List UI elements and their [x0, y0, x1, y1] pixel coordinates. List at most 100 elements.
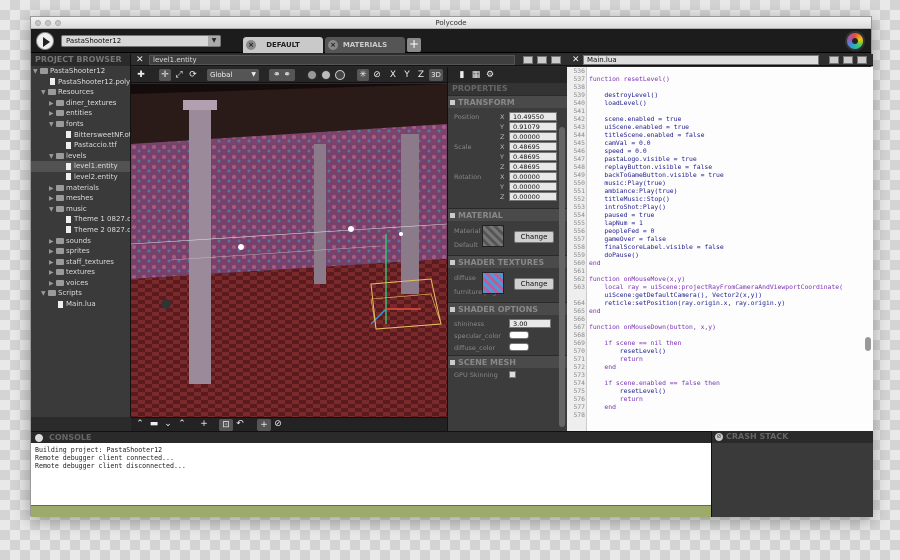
tree-item[interactable]: Pastaccio.ttf [31, 140, 130, 151]
tree-item[interactable]: ▶ staff_textures [31, 257, 130, 268]
tree-item[interactable]: ▼ fonts [31, 119, 130, 130]
scale-x-field[interactable]: 0.48695 [509, 142, 557, 151]
shininess-field[interactable]: 3.00 [509, 319, 551, 328]
shading-textured-button[interactable] [321, 70, 331, 80]
tree-item[interactable]: Theme 1 0827.ogg [31, 214, 130, 225]
play-button[interactable] [36, 32, 54, 50]
chevron-up-icon[interactable]: ⌃ [177, 418, 187, 430]
rotation-y-field[interactable]: 0.00000 [509, 182, 557, 191]
tree-item[interactable]: ▶ meshes [31, 193, 130, 204]
scale-tool-icon[interactable]: ⤢ [173, 69, 185, 81]
rotation-z-field[interactable]: 0.00000 [509, 192, 557, 201]
space-select[interactable]: Global ▼ [207, 69, 259, 81]
change-material-button[interactable]: Change [514, 231, 554, 243]
tree-item[interactable]: ▼ PastaShooter12 [31, 66, 130, 77]
tree-item[interactable]: Main.lua [31, 299, 130, 310]
properties-scrollbar[interactable] [559, 127, 565, 427]
tree-item[interactable]: ▼ Scripts [31, 288, 130, 299]
project-select[interactable]: PastaShooter12 ▼ [61, 35, 221, 47]
entity-select[interactable]: level1.entity [149, 55, 515, 65]
rotation-x-field[interactable]: 0.00000 [509, 172, 557, 181]
diffuse-label: diffuse [454, 274, 476, 282]
code-file-select[interactable]: Main.lua [583, 55, 819, 65]
undo-icon[interactable]: ↶ [235, 418, 245, 430]
layout-split-button[interactable] [537, 56, 547, 64]
material-section[interactable]: MATERIAL [448, 208, 567, 221]
axis-y-button[interactable]: Y [402, 69, 412, 81]
crash-stack-toggle-icon[interactable]: ⊘ [715, 433, 723, 441]
tab-default[interactable]: × DEFAULT [243, 37, 323, 53]
scene-mesh-section[interactable]: SCENE MESH [448, 355, 567, 368]
tree-item[interactable]: BittersweetNF.otf [31, 130, 130, 141]
gear-icon[interactable]: ⚙ [484, 69, 496, 81]
code-scrollbar[interactable] [865, 337, 871, 351]
axis-x-button[interactable]: X [388, 69, 398, 81]
layout-single-button[interactable] [829, 56, 839, 64]
camera-icon[interactable]: ▬ [149, 418, 159, 430]
shading-wire-button[interactable] [335, 70, 345, 80]
console-toggle-icon[interactable] [35, 434, 43, 442]
lights-icon[interactable]: ✳ [357, 69, 369, 81]
chevron-up-icon[interactable]: ⌃ [135, 418, 145, 430]
move-tool-icon[interactable]: ✛ [159, 69, 171, 81]
mode-3d-button[interactable]: 3D [429, 69, 443, 81]
chevron-down-icon[interactable]: ⌄ [163, 418, 173, 430]
tree-item[interactable]: level2.entity [31, 172, 130, 183]
position-y-field[interactable]: 0.91079 [509, 122, 557, 131]
close-icon[interactable]: ✕ [136, 54, 144, 66]
tab-materials[interactable]: × MATERIALS [325, 37, 405, 53]
add-entity-icon[interactable]: ✚ [135, 69, 147, 81]
grid-icon[interactable]: + [257, 419, 271, 431]
panel-icon[interactable]: ▮ [456, 69, 468, 81]
scale-y-field[interactable]: 0.48695 [509, 152, 557, 161]
snap-icon[interactable]: ⊡ [219, 419, 233, 431]
add-icon[interactable]: + [199, 418, 209, 430]
cancel-icon[interactable]: ⊘ [273, 418, 283, 430]
cancel-icon[interactable]: ⊘ [371, 69, 383, 81]
tree-item[interactable]: ▶ voices [31, 278, 130, 289]
axis-z-button[interactable]: Z [416, 69, 426, 81]
tree-item[interactable]: PastaShooter12.polyproj [31, 77, 130, 88]
code-line: 578 [567, 411, 873, 419]
close-tab-icon[interactable]: × [328, 40, 338, 50]
tree-item[interactable]: level1.entity [31, 161, 130, 172]
tree-item[interactable]: Theme 2 0827.ogg [31, 225, 130, 236]
zoom-window-button[interactable] [55, 20, 61, 26]
shader-textures-section[interactable]: SHADER TEXTURES [448, 255, 567, 268]
position-z-field[interactable]: 0.00000 [509, 132, 557, 141]
tree-item[interactable]: ▼ Resources [31, 87, 130, 98]
console-input[interactable] [31, 505, 711, 517]
tree-item[interactable]: ▶ textures [31, 267, 130, 278]
tree-item[interactable]: ▶ diner_textures [31, 98, 130, 109]
tree-item[interactable]: ▶ sprites [31, 246, 130, 257]
tree-item[interactable]: ▶ entities [31, 108, 130, 119]
specular-color-swatch[interactable] [509, 331, 529, 339]
audio-icon [66, 215, 71, 223]
rotate-tool-icon[interactable]: ⟳ [187, 69, 199, 81]
shading-solid-button[interactable] [307, 70, 317, 80]
minimize-window-button[interactable] [45, 20, 51, 26]
layout-multi-button[interactable] [857, 56, 867, 64]
close-icon[interactable]: ✕ [572, 54, 580, 66]
shader-options-section[interactable]: SHADER OPTIONS [448, 302, 567, 315]
scale-z-field[interactable]: 0.48695 [509, 162, 557, 171]
add-tab-button[interactable]: + [407, 38, 421, 52]
scene-viewport[interactable] [131, 84, 447, 417]
close-window-button[interactable] [35, 20, 41, 26]
tree-icon[interactable]: ▦ [470, 69, 482, 81]
gpu-skinning-checkbox[interactable] [509, 371, 516, 378]
position-x-field[interactable]: 10.49550 [509, 112, 557, 121]
layout-multi-button[interactable] [551, 56, 561, 64]
transform-section[interactable]: TRANSFORM [448, 95, 567, 108]
diffuse-color-swatch[interactable] [509, 343, 529, 351]
layout-split-button[interactable] [843, 56, 853, 64]
change-texture-button[interactable]: Change [514, 278, 554, 290]
tree-item[interactable]: ▼ music [31, 204, 130, 215]
code-editor[interactable]: 536 537 function resetLevel() 538 539 destro… [567, 67, 873, 431]
close-tab-icon[interactable]: × [246, 40, 256, 50]
link-tool-icon[interactable]: ⚭ ⚭ [269, 69, 295, 81]
tree-item[interactable]: ▶ sounds [31, 236, 130, 247]
layout-single-button[interactable] [523, 56, 533, 64]
tree-item[interactable]: ▼ levels [31, 151, 130, 162]
tree-item[interactable]: ▶ materials [31, 183, 130, 194]
